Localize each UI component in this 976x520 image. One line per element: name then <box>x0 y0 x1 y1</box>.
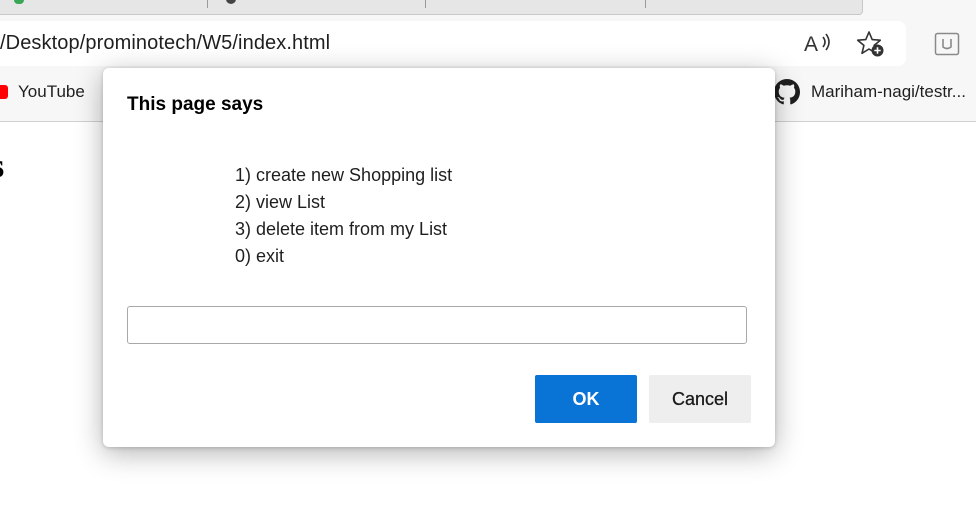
alert-dialog: This page says 1) create new Shopping li… <box>103 68 775 447</box>
page-heading: s <box>0 148 4 186</box>
menu-option-line: 0) exit <box>235 246 285 266</box>
url-text[interactable]: /Desktop/prominotech/W5/index.html <box>0 32 330 55</box>
tab-strip <box>0 0 863 15</box>
bookmark-label: Mariham-nagi/testr... <box>811 82 966 101</box>
dialog-message: 1) create new Shopping list 2) view List… <box>235 162 452 270</box>
youtube-icon <box>0 85 8 99</box>
tab-favicon <box>14 0 24 4</box>
bookmark-label: YouTube <box>18 82 85 101</box>
bookmark-youtube[interactable]: YouTube <box>0 72 85 112</box>
tab-favicon <box>226 0 236 4</box>
tab-separator <box>207 0 208 8</box>
prompt-input[interactable] <box>127 306 747 344</box>
svg-text:A: A <box>804 33 818 56</box>
menu-option-line: 2) view List <box>235 192 326 212</box>
menu-option-line: 1) create new Shopping list <box>235 165 453 185</box>
menu-option-line: 3) delete item from my List <box>235 219 448 239</box>
browser-window: /Desktop/prominotech/W5/index.html A You… <box>0 0 976 520</box>
dialog-title: This page says <box>127 94 264 115</box>
tab-separator <box>645 0 646 8</box>
address-bar[interactable]: /Desktop/prominotech/W5/index.html <box>0 21 906 66</box>
tab-separator <box>425 0 426 8</box>
add-favorite-icon[interactable] <box>856 30 886 58</box>
read-aloud-icon[interactable]: A <box>804 30 834 58</box>
cancel-button[interactable]: Cancel <box>649 375 751 423</box>
extension-icon[interactable] <box>934 32 960 56</box>
ok-button[interactable]: OK <box>535 375 637 423</box>
github-icon <box>774 79 800 105</box>
bookmark-github[interactable]: Mariham-nagi/testr... <box>774 72 966 112</box>
